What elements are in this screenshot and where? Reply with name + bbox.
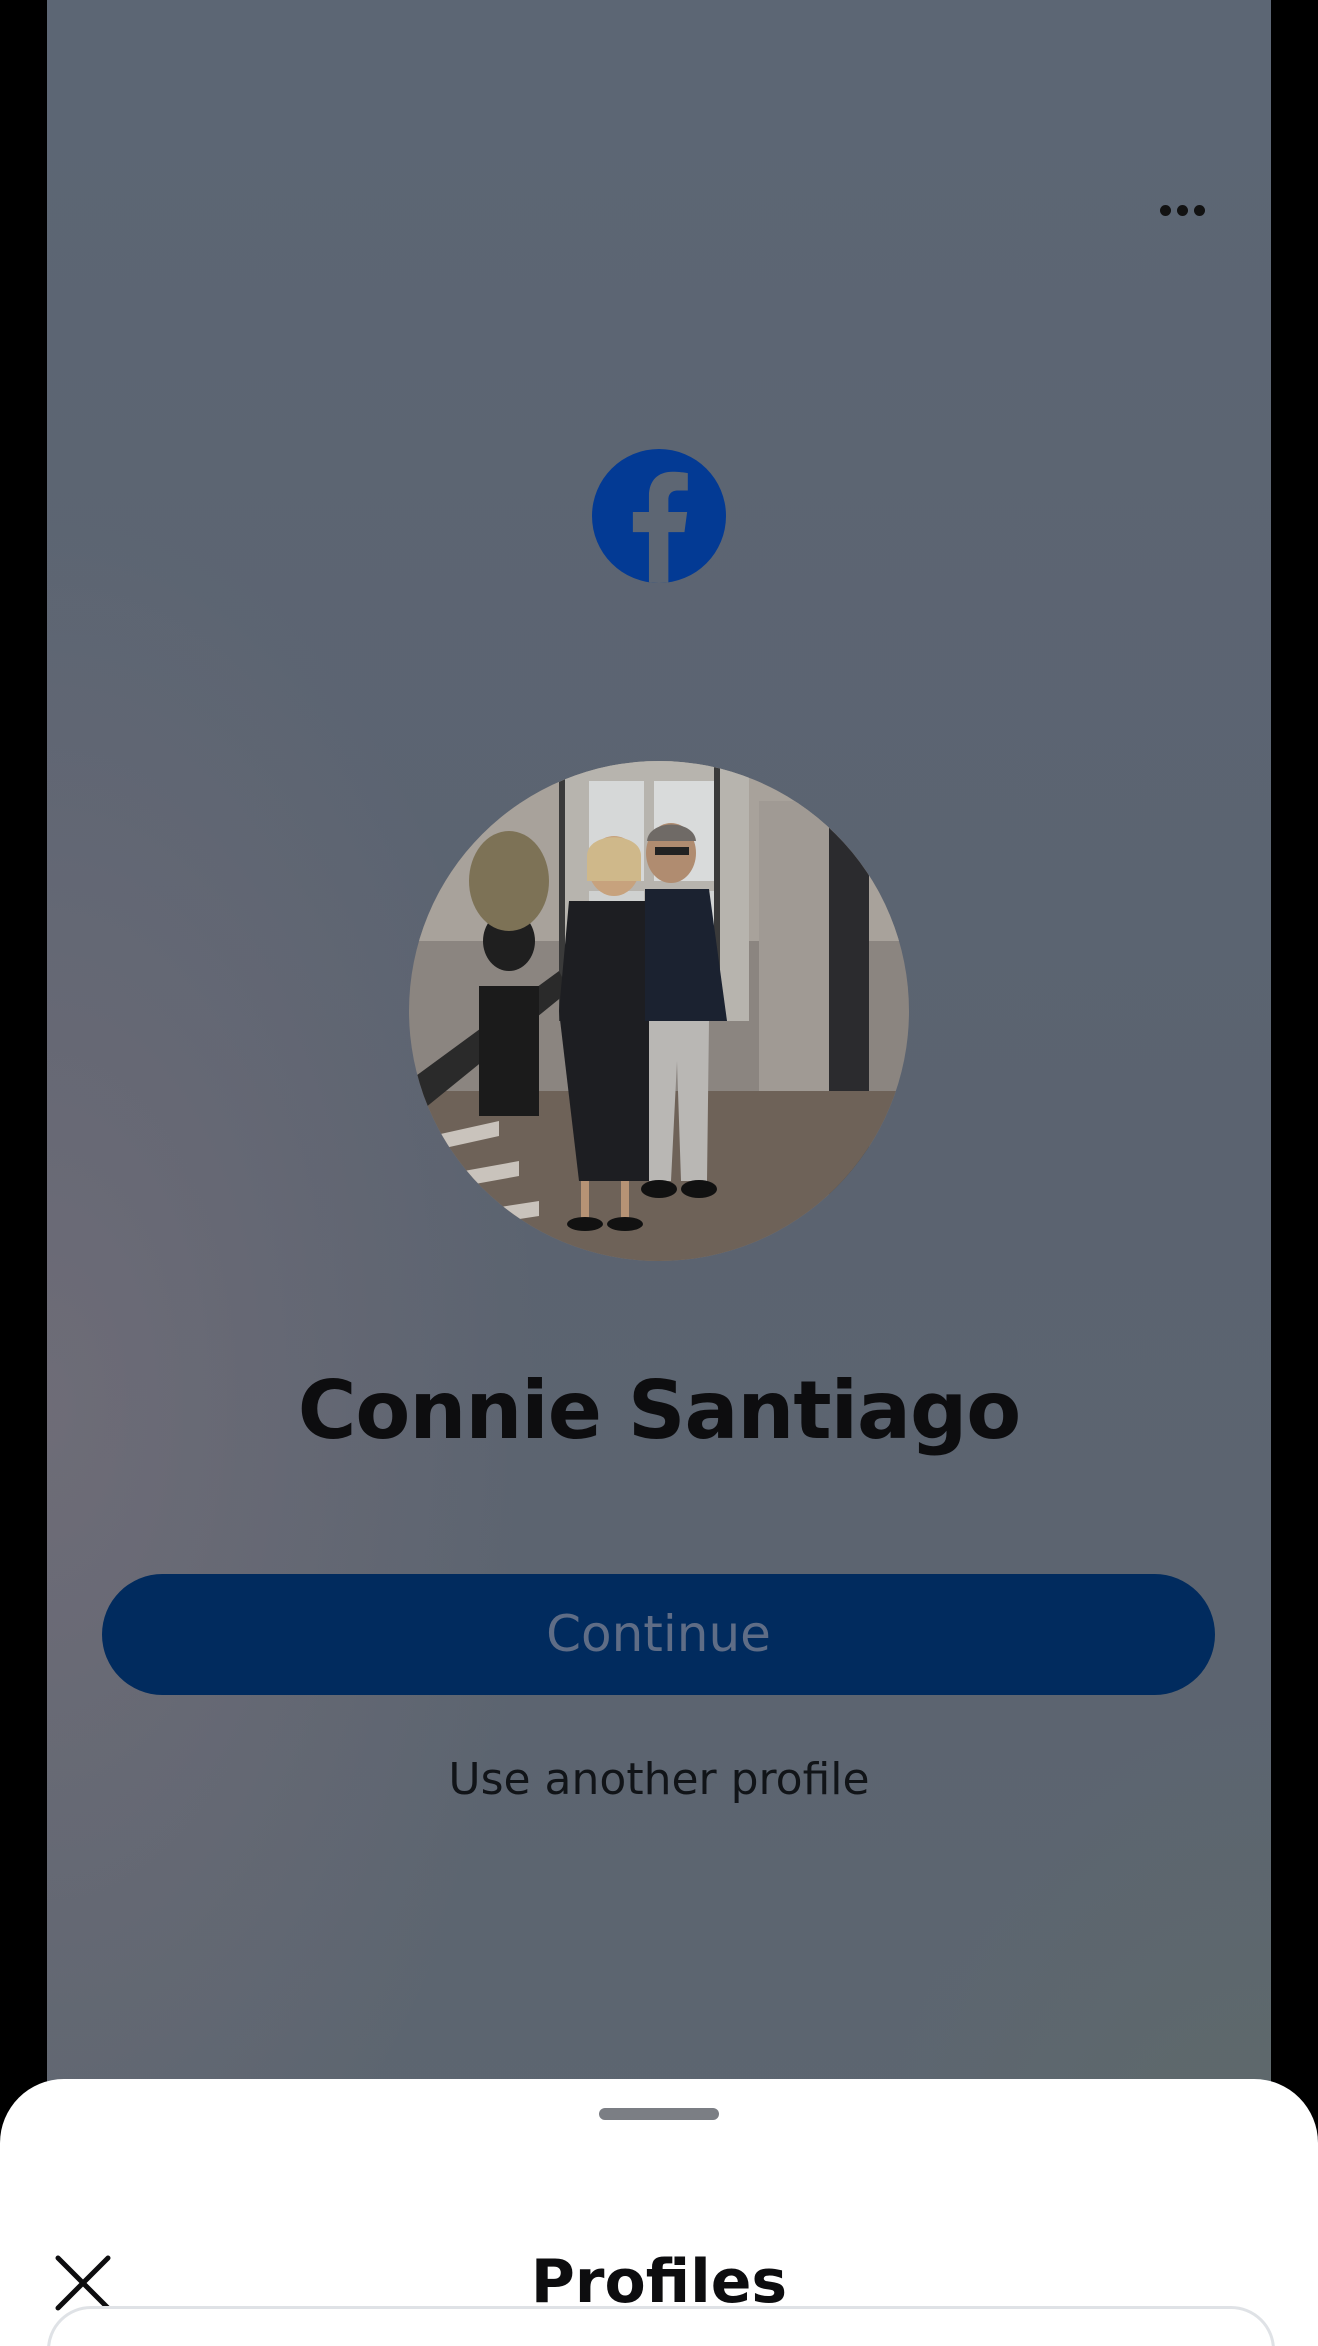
continue-button[interactable]: Continue [102,1574,1215,1695]
more-dot [1193,204,1205,216]
profile-name: Connie Santiago [297,1364,1022,1457]
screen: Connie Santiago Continue Use another pro… [0,0,1318,2346]
profile-photo [409,761,909,1261]
avatar [409,761,909,1261]
more-options-button[interactable] [1127,180,1237,240]
profiles-bottom-sheet: Profiles [0,2079,1318,2346]
facebook-logo-icon [592,449,726,583]
more-dot [1176,204,1188,216]
more-horizontal-icon [1159,204,1171,216]
sheet-drag-handle[interactable] [599,2108,719,2120]
use-another-profile-link[interactable]: Use another profile [0,1752,1318,1808]
profile-list-item[interactable] [47,2306,1275,2346]
